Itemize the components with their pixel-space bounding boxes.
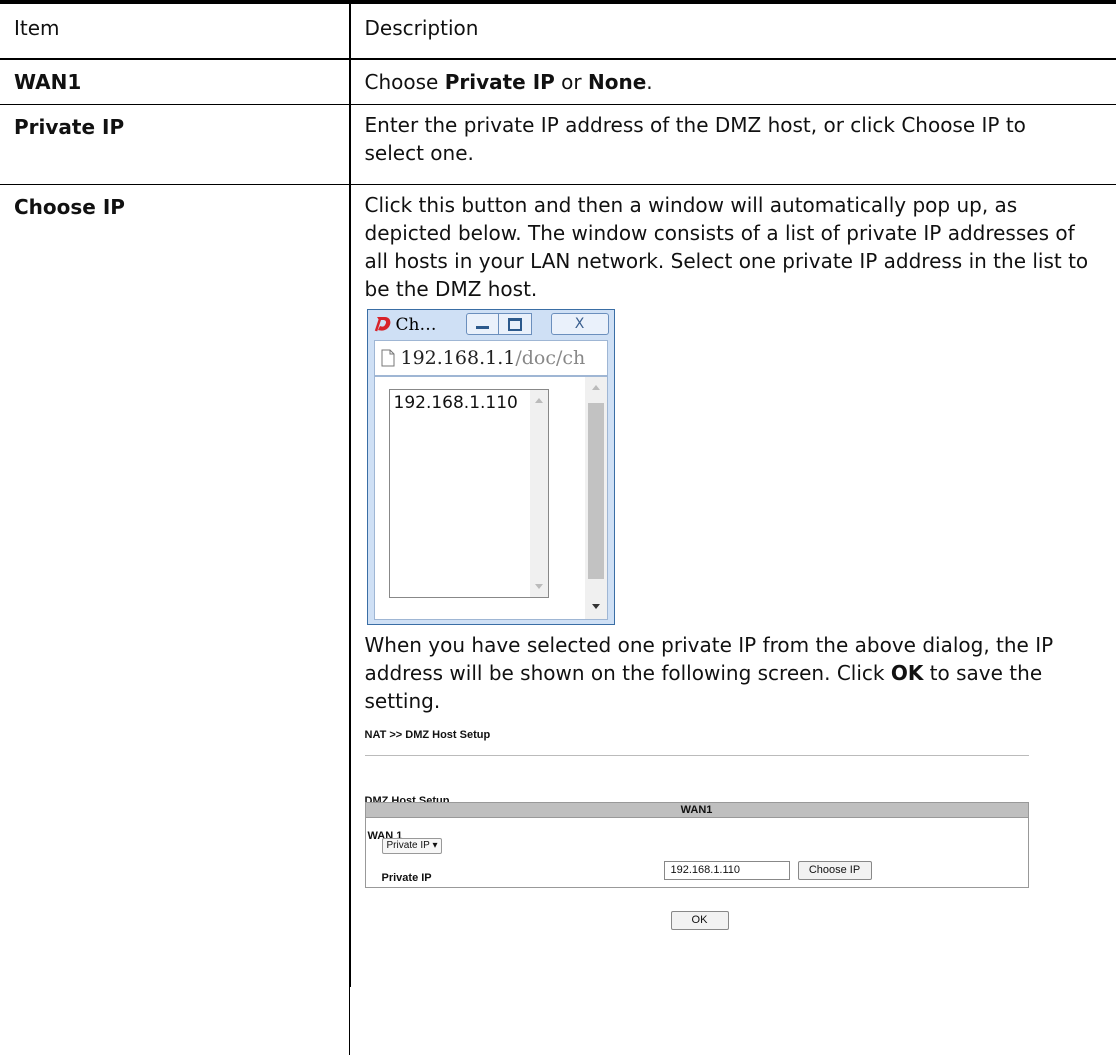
mode-select[interactable]: Private IP ▾ bbox=[381, 838, 443, 854]
list-item[interactable]: 192.168.1.110 bbox=[394, 392, 518, 414]
scroll-up-icon[interactable] bbox=[591, 385, 600, 390]
item-cell: WAN1 bbox=[0, 59, 351, 105]
scroll-down-icon[interactable] bbox=[534, 584, 543, 589]
tab-wan1: WAN1 bbox=[364, 802, 1029, 818]
table-header-row: Item Description bbox=[0, 0, 1116, 60]
window-controls: X bbox=[465, 313, 609, 335]
dmz-host-setup-panel: NAT >> DMZ Host Setup DMZ Host Setup WAN… bbox=[364, 721, 1045, 979]
column-header-description: Description bbox=[350, 0, 1116, 60]
maximize-icon bbox=[507, 317, 522, 331]
description-text: . bbox=[646, 70, 653, 94]
ok-button[interactable]: OK bbox=[670, 911, 729, 930]
scrollbar-thumb[interactable] bbox=[587, 403, 604, 579]
draytek-logo-icon bbox=[374, 317, 390, 332]
divider bbox=[364, 755, 1029, 756]
table-row: WAN1 Choose Private IP or None. bbox=[0, 59, 1116, 105]
ip-listbox[interactable]: 192.168.1.110 bbox=[388, 389, 549, 598]
keyword: None bbox=[588, 70, 647, 94]
keyword: OK bbox=[890, 661, 924, 685]
listbox-scrollbar[interactable] bbox=[529, 390, 548, 597]
breadcrumb: NAT >> DMZ Host Setup bbox=[364, 729, 491, 741]
address-bar[interactable]: 192.168.1.1/doc/ch bbox=[373, 340, 608, 376]
popup-title-bar: Ch… X bbox=[368, 310, 614, 340]
description-text: When you have selected one private IP fr… bbox=[365, 631, 1097, 715]
close-button[interactable]: X bbox=[550, 313, 609, 335]
maximize-button[interactable] bbox=[498, 313, 532, 335]
address-path: /doc/ch bbox=[515, 347, 586, 369]
description-text: Enter the private IP address of the DMZ … bbox=[364, 113, 1026, 165]
address-host: 192.168.1.1 bbox=[400, 347, 516, 369]
wan-settings-box: WAN 1 Private IP ▾ Private IP 192.168.1.… bbox=[364, 818, 1029, 888]
column-header-item: Item bbox=[0, 0, 351, 60]
description-table: Item Description WAN1 Choose Private IP … bbox=[0, 0, 1116, 987]
description-cell: Click this button and then a window will… bbox=[350, 185, 1116, 988]
scroll-down-icon[interactable] bbox=[591, 604, 600, 609]
popup-title: Ch… bbox=[395, 315, 437, 335]
item-cell: Private IP bbox=[0, 104, 351, 185]
minimize-button[interactable] bbox=[465, 313, 499, 335]
choose-ip-popup-window: Ch… X 192.168.1.1 /doc/ch 192.168.1.110 bbox=[366, 309, 615, 625]
item-cell: Choose IP bbox=[0, 184, 351, 987]
scroll-up-icon[interactable] bbox=[534, 398, 543, 403]
description-cell: Enter the private IP address of the DMZ … bbox=[350, 104, 1116, 185]
description-cell: Choose Private IP or None. bbox=[350, 59, 1116, 105]
popup-content: 192.168.1.110 bbox=[373, 376, 608, 620]
choose-ip-button[interactable]: Choose IP bbox=[797, 861, 872, 880]
minimize-icon bbox=[475, 325, 489, 329]
table-row: Private IP Enter the private IP address … bbox=[0, 104, 1116, 185]
description-text: Click this button and then a window will… bbox=[364, 193, 1089, 301]
page-icon bbox=[381, 349, 394, 367]
window-scrollbar[interactable] bbox=[584, 377, 607, 619]
keyword: Private IP bbox=[444, 70, 555, 94]
column-divider bbox=[349, 0, 350, 1055]
private-ip-input[interactable]: 192.168.1.110 bbox=[663, 861, 790, 880]
description-text: or bbox=[554, 70, 588, 94]
table-row: Choose IP Click this button and then a w… bbox=[0, 184, 1116, 988]
close-icon: X bbox=[574, 316, 585, 332]
description-text: Choose bbox=[364, 70, 445, 94]
private-ip-label: Private IP bbox=[381, 872, 432, 884]
